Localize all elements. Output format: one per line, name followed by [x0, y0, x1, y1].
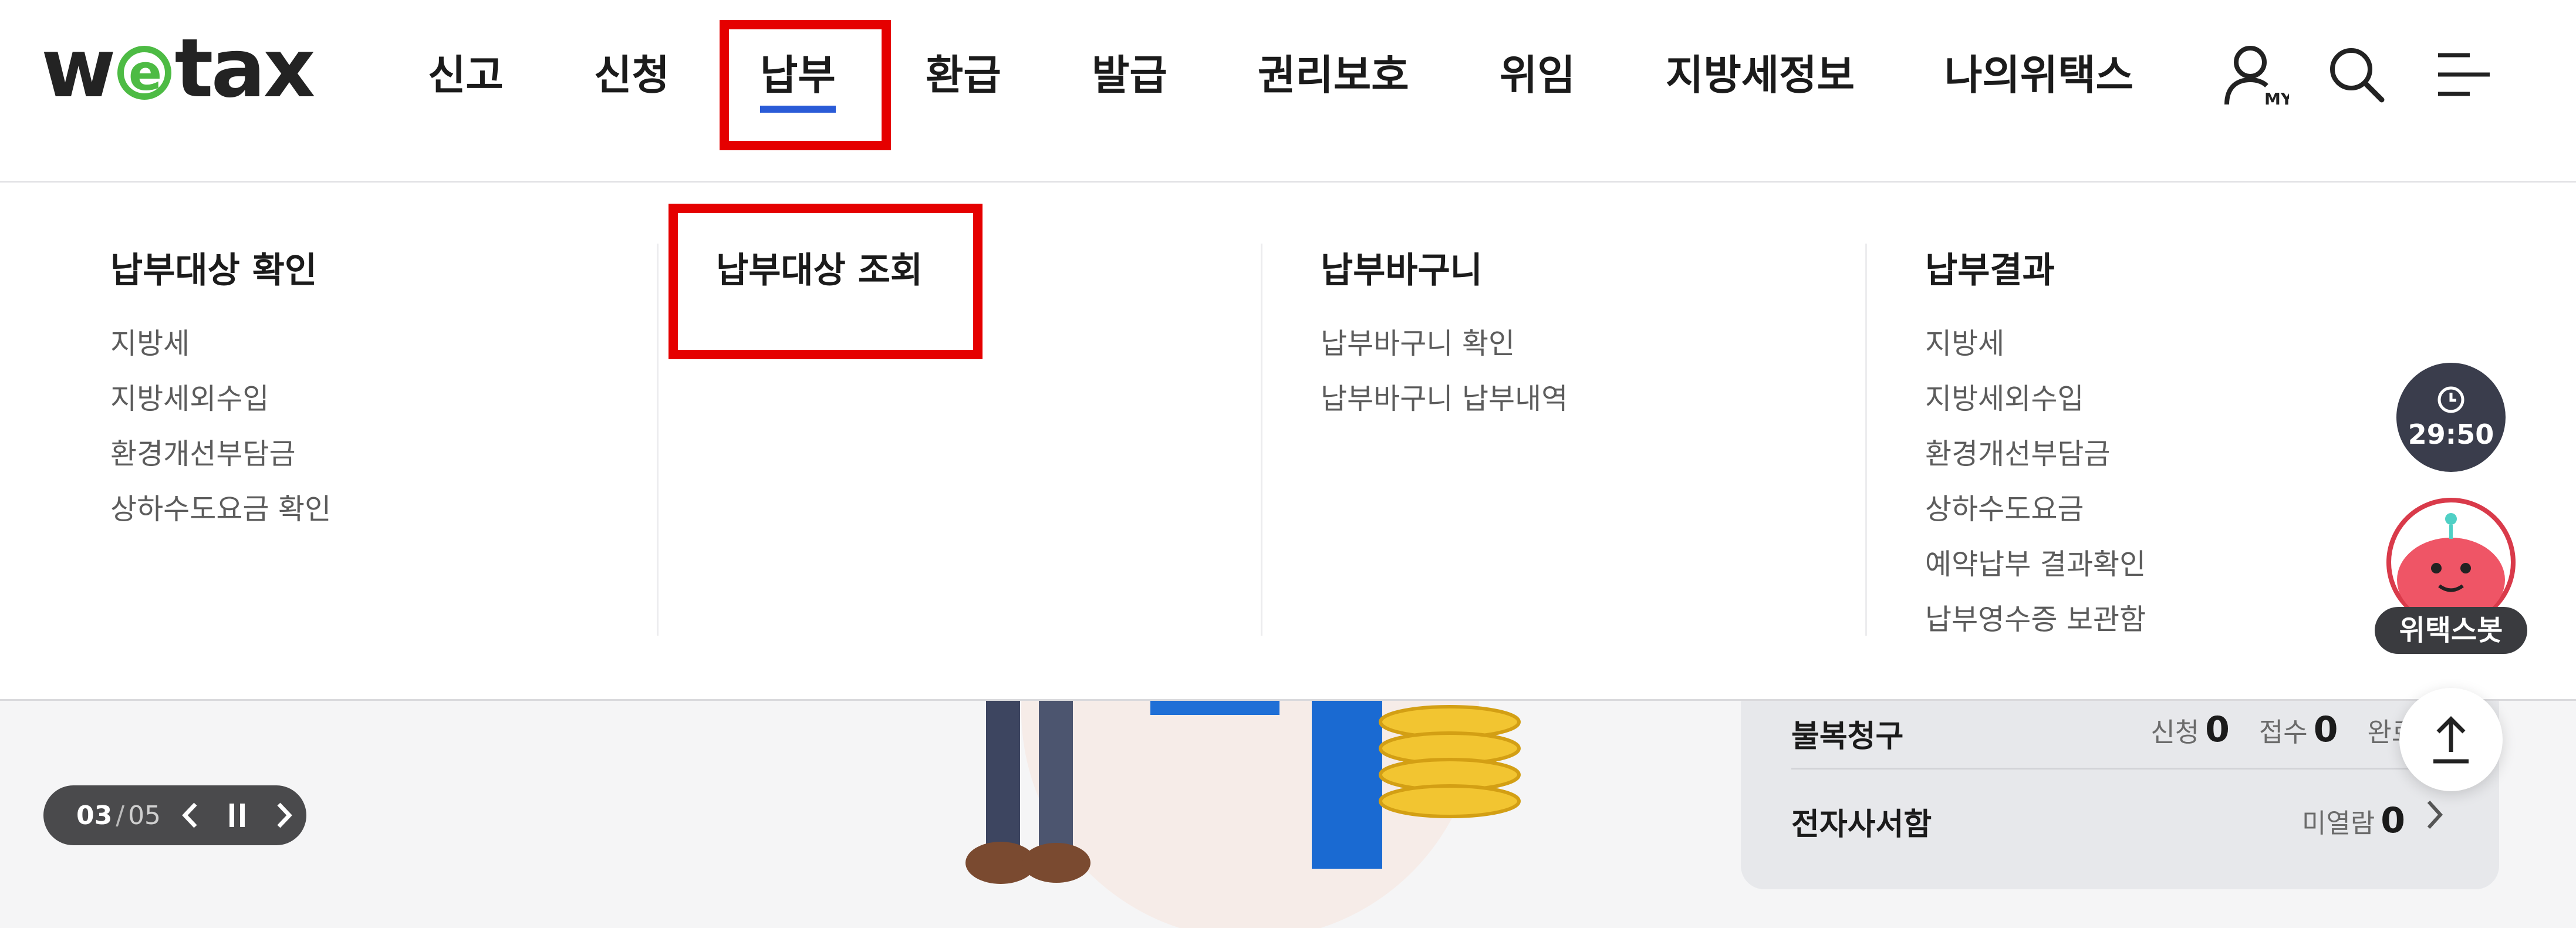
main-nav: 신고 신청 납부 환급 발급 권리보호 위임 지방세정보 나의위택스 — [0, 46, 2576, 113]
highlight-nav-payment — [720, 20, 891, 150]
menu-link-result-non-tax[interactable]: 지방세외수입 — [1925, 372, 2146, 427]
menu-link-water-bill-check[interactable]: 상하수도요금 확인 — [110, 482, 331, 537]
menu-title-payment-result[interactable]: 납부결과 — [1925, 242, 2146, 293]
menu-col-payment-cart: 납부바구니 납부바구니 확인 납부바구니 납부내역 — [1321, 242, 1568, 427]
payment-mega-menu — [0, 183, 2576, 701]
appeal-label: 불복청구 — [1791, 719, 1904, 754]
menu-link-result-water-bill[interactable]: 상하수도요금 — [1925, 482, 2146, 537]
menu-link-env-charge[interactable]: 환경개선부담금 — [110, 427, 331, 482]
receipt-count: 0 — [2313, 709, 2338, 750]
nav-rights[interactable]: 권리보호 — [1258, 46, 1409, 104]
timer-value: 29:50 — [2408, 419, 2494, 450]
nav-refund[interactable]: 환급 — [926, 46, 1001, 104]
menu-title-payment-cart[interactable]: 납부바구니 — [1321, 242, 1568, 293]
menu-divider — [1865, 244, 1867, 636]
mailbox-row[interactable]: 전자사서함 미열람 0 — [1791, 787, 2446, 857]
search-icon[interactable] — [2324, 42, 2389, 107]
receipt-label: 접수 — [2258, 717, 2308, 748]
pause-slide-button[interactable] — [220, 798, 255, 833]
chatbot-label: 위택스봇 — [2375, 607, 2527, 654]
nav-delegate[interactable]: 위임 — [1500, 46, 1575, 104]
menu-link-scheduled-payment[interactable]: 예약납부 결과확인 — [1925, 537, 2146, 592]
menu-divider — [657, 244, 659, 636]
nav-my-wetax[interactable]: 나의위택스 — [1944, 46, 2133, 104]
prev-slide-button[interactable] — [173, 798, 208, 833]
apply-label: 신청 — [2150, 717, 2200, 748]
chevron-right-icon[interactable] — [2423, 797, 2446, 832]
mailbox-stats: 미열람 0 — [2302, 797, 2446, 841]
my-badge: MY — [2264, 89, 2289, 109]
menu-divider — [1261, 244, 1262, 636]
menu-col-payment-target: 납부대상 확인 지방세 지방세외수입 환경개선부담금 상하수도요금 확인 — [110, 242, 331, 537]
unread-label: 미열람 — [2302, 808, 2375, 839]
chatbot-button[interactable]: 위택스봇 — [2375, 492, 2527, 662]
slide-controls: 03 / 05 — [43, 785, 306, 845]
menu-title-payment-target[interactable]: 납부대상 확인 — [110, 242, 331, 293]
user-my-icon[interactable]: MY — [2219, 41, 2289, 112]
slide-current: 03 — [76, 800, 113, 831]
menu-link-result-local-tax[interactable]: 지방세 — [1925, 316, 2146, 372]
hamburger-menu-icon[interactable] — [2435, 48, 2493, 101]
menu-link-local-tax[interactable]: 지방세 — [110, 316, 331, 372]
unread-count: 0 — [2381, 800, 2405, 841]
arrow-up-icon — [2433, 716, 2469, 764]
slide-separator: / — [116, 800, 125, 831]
slide-total: 05 — [128, 800, 161, 831]
menu-link-non-tax-revenue[interactable]: 지방세외수입 — [110, 372, 331, 427]
session-timer[interactable]: 29:50 — [2396, 363, 2506, 472]
menu-link-cart-history[interactable]: 납부바구니 납부내역 — [1321, 372, 1568, 427]
nav-issue[interactable]: 발급 — [1092, 46, 1167, 104]
site-header: w e tax 신고 신청 납부 환급 발급 권리보호 위임 지방세정보 나의위택스… — [0, 0, 2576, 183]
scroll-top-button[interactable] — [2399, 688, 2503, 791]
status-panel: 불복청구 신청0 접수0 완료0 전자사서함 미열람0 — [1741, 681, 2499, 889]
chevron-left-icon — [182, 802, 197, 828]
nav-apply[interactable]: 신청 — [594, 46, 670, 104]
next-slide-button[interactable] — [266, 798, 302, 833]
menu-col-payment-result: 납부결과 지방세 지방세외수입 환경개선부담금 상하수도요금 예약납부 결과확인… — [1925, 242, 2146, 647]
highlight-payment-lookup — [669, 204, 983, 359]
nav-report[interactable]: 신고 — [428, 46, 504, 104]
menu-link-receipt-box[interactable]: 납부영수증 보관함 — [1925, 592, 2146, 647]
pause-icon — [229, 804, 245, 827]
menu-link-result-env-charge[interactable]: 환경개선부담금 — [1925, 427, 2146, 482]
menu-link-cart-check[interactable]: 납부바구니 확인 — [1321, 316, 1568, 372]
panel-divider — [1791, 768, 2446, 770]
clock-icon — [2437, 386, 2464, 413]
apply-count: 0 — [2205, 709, 2230, 750]
mailbox-label: 전자사서함 — [1791, 807, 1932, 842]
chevron-right-icon — [277, 802, 292, 828]
appeal-row[interactable]: 불복청구 신청0 접수0 완료0 — [1791, 698, 2446, 769]
nav-local-tax-info[interactable]: 지방세정보 — [1666, 46, 1855, 104]
